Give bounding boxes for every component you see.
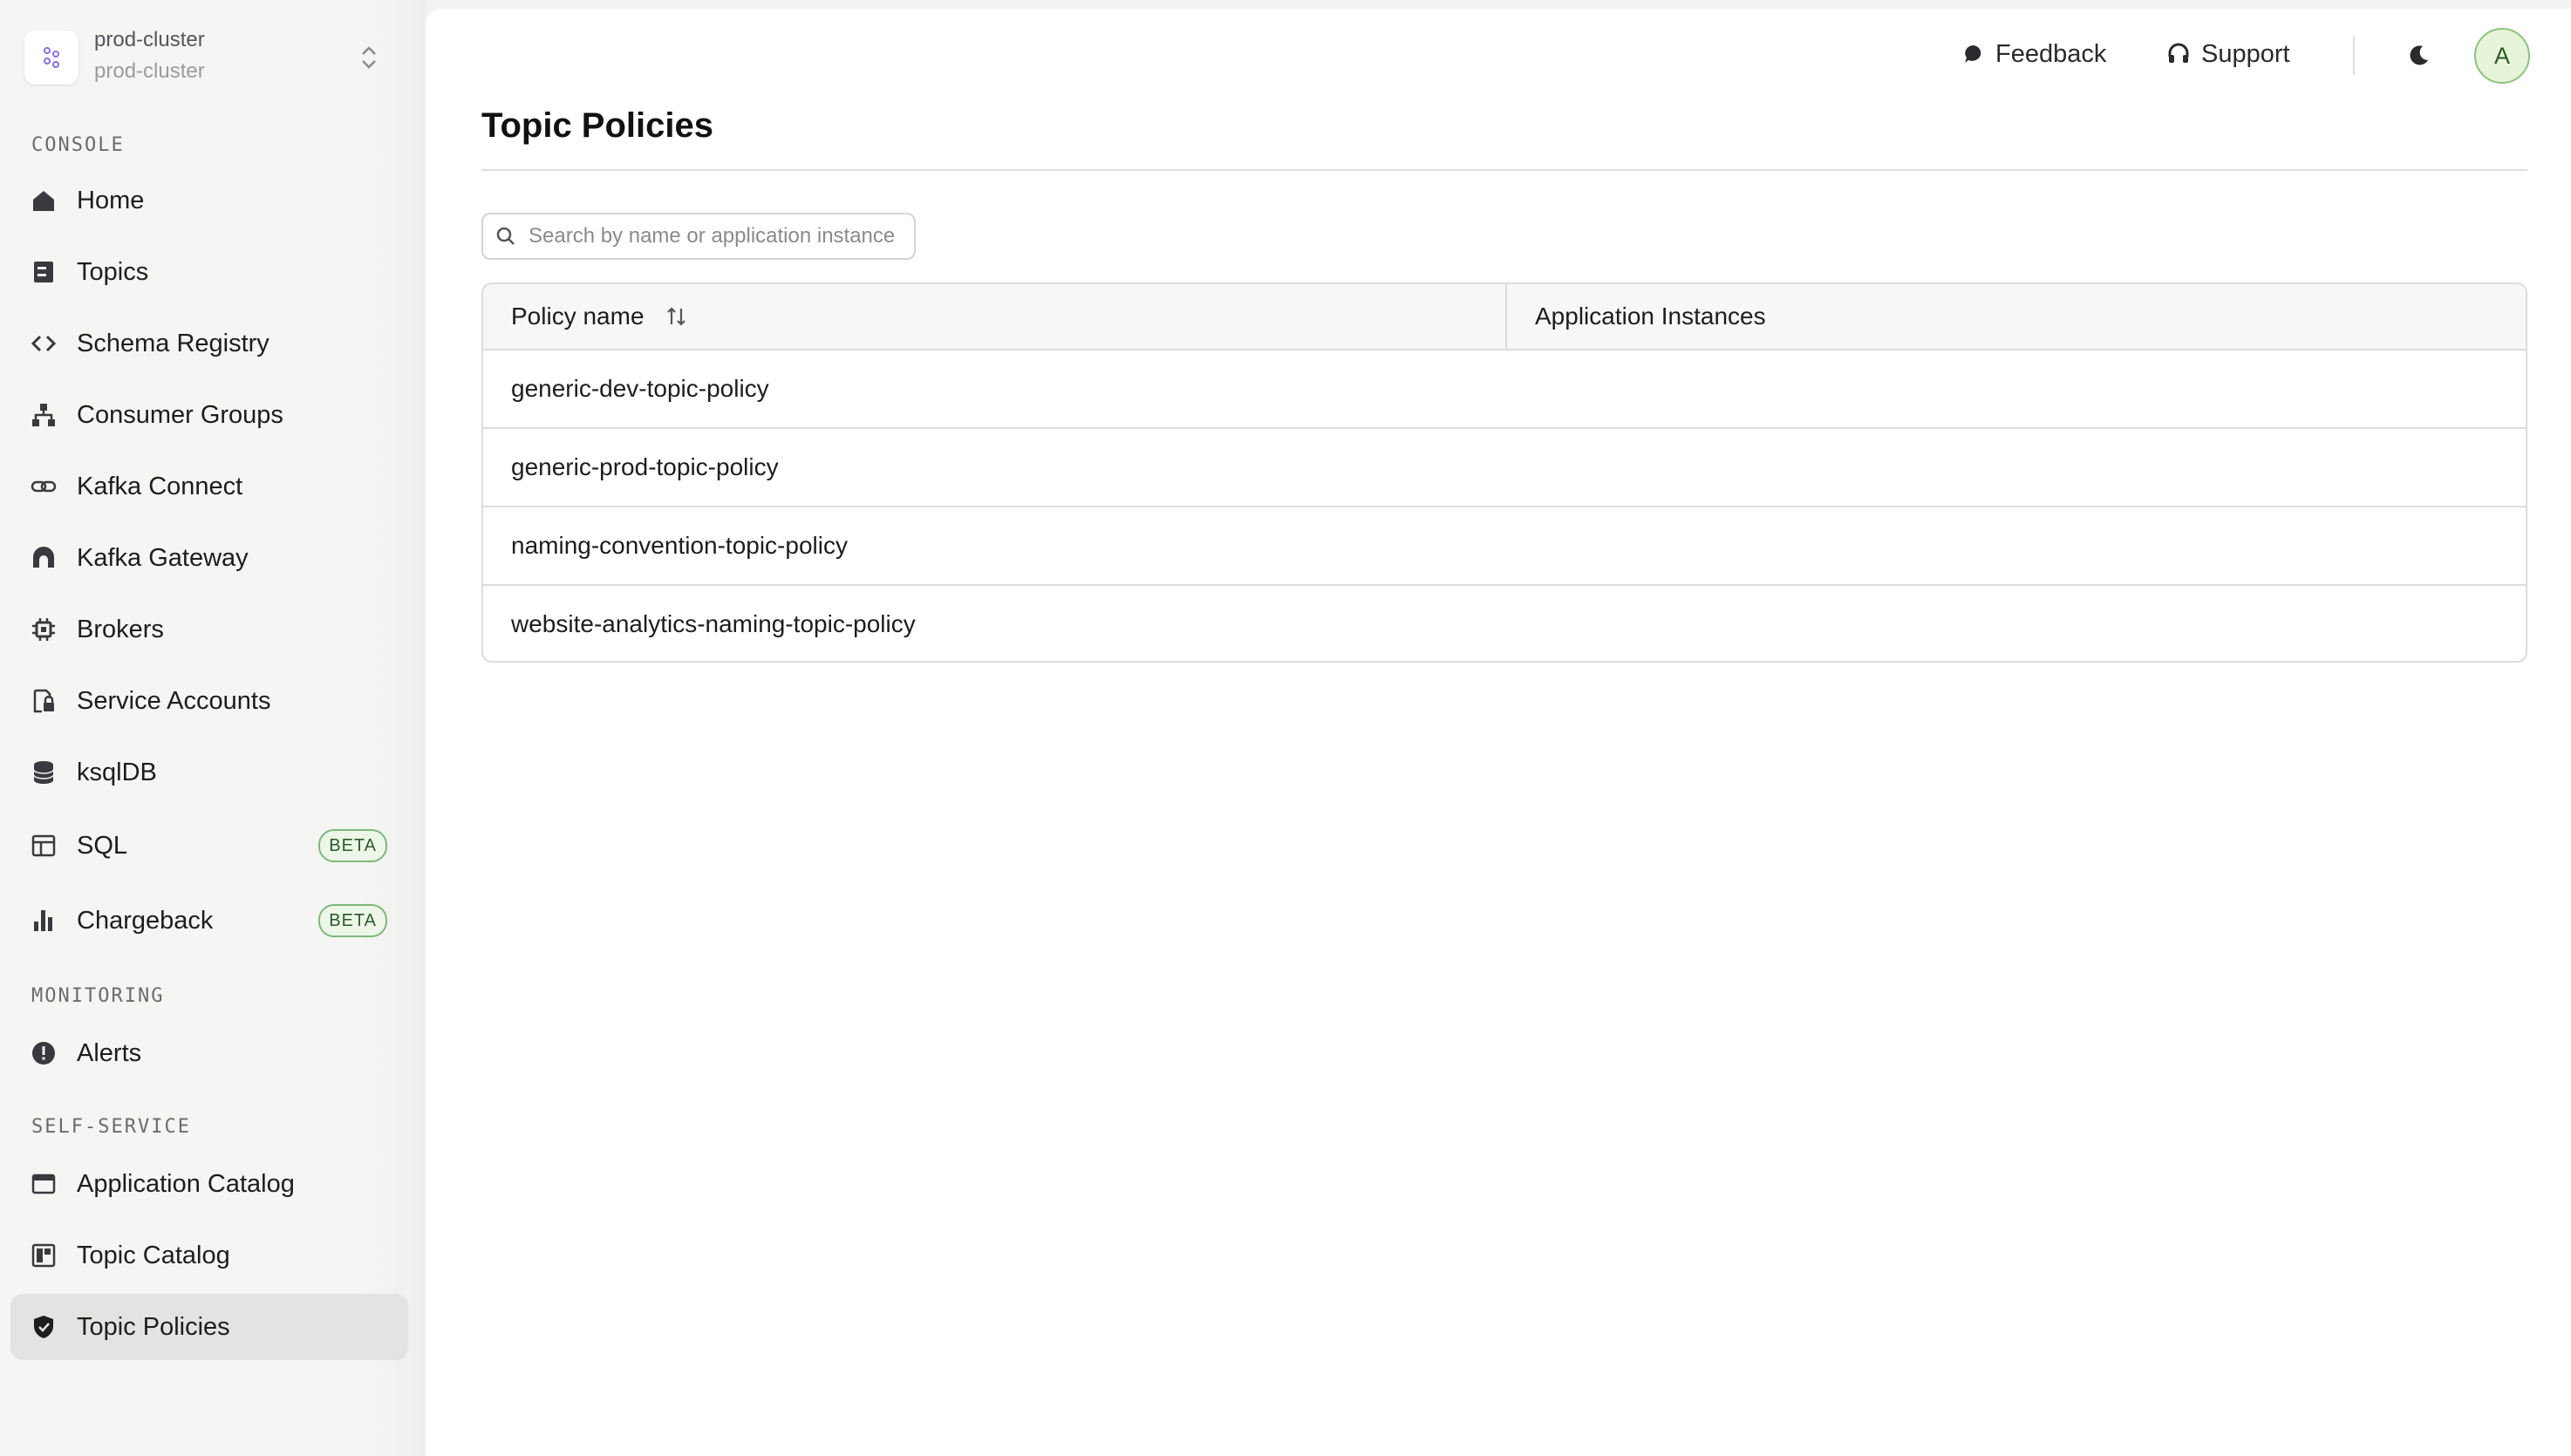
sidebar-item-label: Kafka Connect xyxy=(77,472,243,500)
table-header: Policy name Application Instances xyxy=(483,284,2526,350)
column-header-policy-name[interactable]: Policy name xyxy=(511,284,690,349)
sidebar-item-label: Service Accounts xyxy=(77,686,271,715)
beta-badge: BETA xyxy=(318,904,387,937)
shield-icon xyxy=(30,1313,58,1341)
lock-file-icon xyxy=(30,687,58,715)
section-title-console: CONSOLE xyxy=(31,134,125,156)
sidebar-item-label: Topic Catalog xyxy=(77,1241,230,1269)
page-title: Topic Policies xyxy=(481,106,713,145)
cluster-switcher[interactable]: prod-cluster prod-cluster xyxy=(24,26,391,87)
topics-icon xyxy=(30,258,58,286)
chat-bubble-icon xyxy=(1965,45,1981,63)
headset-icon xyxy=(2168,43,2189,63)
feedback-label: Feedback xyxy=(1995,39,2107,68)
gateway-icon xyxy=(30,544,58,572)
sidebar-item-label: Topic Policies xyxy=(77,1312,230,1341)
section-title-self-service: SELF-SERVICE xyxy=(31,1116,191,1138)
cluster-name: prod-cluster xyxy=(94,28,205,51)
table-row[interactable]: naming-convention-topic-policy xyxy=(483,507,2526,586)
main-content: Feedback Support A Topic Policies Policy… xyxy=(426,9,2571,1456)
sidebar-item-kafka-gateway[interactable]: Kafka Gateway xyxy=(10,525,408,591)
sidebar-item-consumer-groups[interactable]: Consumer Groups xyxy=(10,382,408,448)
catalog-icon xyxy=(30,1242,58,1269)
window-icon xyxy=(30,1170,58,1198)
chevron-up-down-icon[interactable] xyxy=(356,40,382,75)
sidebar-item-label: SQL xyxy=(77,831,128,860)
sidebar-item-topics[interactable]: Topics xyxy=(10,239,408,305)
sidebar-item-label: Alerts xyxy=(77,1038,142,1067)
database-icon xyxy=(30,759,58,786)
table-row[interactable]: generic-dev-topic-policy xyxy=(483,350,2526,429)
search-box[interactable] xyxy=(481,213,916,260)
table-icon xyxy=(30,832,58,860)
sidebar-item-home[interactable]: Home xyxy=(10,167,408,234)
cluster-subtitle: prod-cluster xyxy=(94,59,205,83)
sidebar-item-label: Brokers xyxy=(77,615,164,643)
sidebar-item-label: Topics xyxy=(77,257,149,286)
sidebar-item-label: Home xyxy=(77,186,145,214)
sidebar-item-alerts[interactable]: Alerts xyxy=(10,1020,408,1086)
cluster-logo-icon xyxy=(24,31,78,85)
hierarchy-icon xyxy=(30,401,58,429)
feedback-button[interactable]: Feedback xyxy=(1962,33,2106,75)
column-header-application-instances: Application Instances xyxy=(1535,284,1766,349)
policies-table: Policy name Application Instances generi… xyxy=(481,282,2527,663)
beta-badge: BETA xyxy=(318,829,387,862)
sidebar-item-application-catalog[interactable]: Application Catalog xyxy=(10,1151,408,1217)
support-button[interactable]: Support xyxy=(2166,33,2290,75)
sidebar-item-label: Application Catalog xyxy=(77,1169,295,1198)
sort-icon[interactable] xyxy=(664,303,690,330)
home-icon xyxy=(30,187,58,214)
sidebar-item-chargeback[interactable]: Chargeback BETA xyxy=(10,888,408,954)
bar-chart-icon xyxy=(30,907,58,935)
code-icon xyxy=(30,330,58,357)
table-row[interactable]: website-analytics-naming-topic-policy xyxy=(483,586,2526,661)
sidebar-item-sql[interactable]: SQL BETA xyxy=(10,813,408,879)
sidebar-item-topic-policies[interactable]: Topic Policies xyxy=(10,1294,408,1360)
moon-icon xyxy=(2410,45,2428,65)
section-title-monitoring: MONITORING xyxy=(31,985,165,1007)
avatar[interactable]: A xyxy=(2474,28,2530,84)
link-icon xyxy=(30,473,58,500)
policy-name-cell: generic-dev-topic-policy xyxy=(511,375,769,402)
search-input[interactable] xyxy=(529,224,912,248)
alert-icon xyxy=(30,1039,58,1067)
sidebar-item-label: Consumer Groups xyxy=(77,400,283,429)
sidebar-item-brokers[interactable]: Brokers xyxy=(10,596,408,663)
policy-name-cell: generic-prod-topic-policy xyxy=(511,453,779,480)
sidebar-item-ksqldb[interactable]: ksqlDB xyxy=(10,739,408,806)
column-header-label: Policy name xyxy=(511,303,644,330)
sidebar: prod-cluster prod-cluster CONSOLE Home T… xyxy=(0,0,426,1456)
sidebar-item-service-accounts[interactable]: Service Accounts xyxy=(10,668,408,734)
sidebar-item-label: Chargeback xyxy=(77,906,214,935)
policy-name-cell: naming-convention-topic-policy xyxy=(511,532,848,559)
header-divider xyxy=(2353,37,2355,75)
sidebar-item-label: ksqlDB xyxy=(77,758,157,786)
table-row[interactable]: generic-prod-topic-policy xyxy=(483,429,2526,507)
sidebar-item-label: Kafka Gateway xyxy=(77,543,249,572)
chip-icon xyxy=(30,616,58,643)
sidebar-item-label: Schema Registry xyxy=(77,329,269,357)
title-divider xyxy=(481,169,2527,171)
sidebar-item-schema-registry[interactable]: Schema Registry xyxy=(10,310,408,377)
dark-mode-toggle[interactable] xyxy=(2401,38,2436,73)
sidebar-item-topic-catalog[interactable]: Topic Catalog xyxy=(10,1222,408,1289)
search-icon xyxy=(496,227,515,245)
column-divider xyxy=(1505,284,1507,349)
support-label: Support xyxy=(2201,39,2290,68)
sidebar-item-kafka-connect[interactable]: Kafka Connect xyxy=(10,453,408,520)
policy-name-cell: website-analytics-naming-topic-policy xyxy=(511,610,916,637)
column-header-label: Application Instances xyxy=(1535,303,1766,330)
